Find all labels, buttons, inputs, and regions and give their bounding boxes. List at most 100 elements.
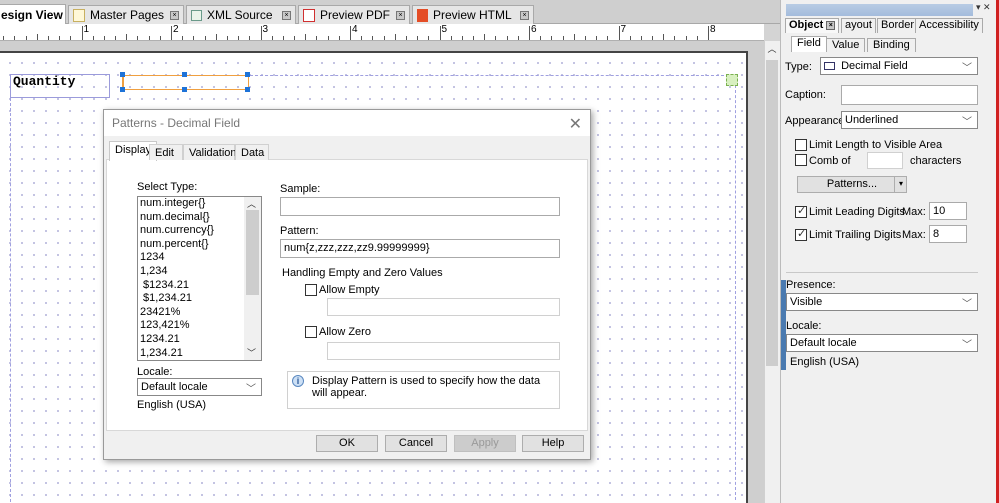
patterns-dialog: Patterns - Decimal Field ✕ Display Edit …: [103, 109, 591, 460]
allow-zero-field[interactable]: [327, 342, 560, 360]
ruler-tick: [249, 36, 251, 40]
pattern-label: Pattern:: [280, 225, 319, 237]
ruler-tick: [215, 34, 217, 40]
close-tab-icon[interactable]: ×: [520, 11, 529, 20]
type-list-item[interactable]: num.currency{}: [138, 224, 261, 238]
limit-length-checkbox[interactable]: [795, 139, 807, 151]
patterns-button[interactable]: Patterns...: [797, 176, 907, 193]
ruler-tick: [171, 26, 172, 40]
close-tab-icon[interactable]: ×: [170, 11, 179, 20]
resize-handle[interactable]: [182, 87, 187, 92]
decimal-field-selected[interactable]: [120, 72, 250, 92]
ruler-tick: [193, 36, 195, 40]
limit-leading-checkbox[interactable]: [795, 204, 807, 218]
tab-border[interactable]: Border: [877, 18, 919, 33]
select-type-label: Select Type:: [137, 181, 198, 193]
tab-design-view[interactable]: esign View: [0, 4, 66, 25]
subtab-field[interactable]: Field: [791, 36, 827, 52]
type-list-item[interactable]: 23421%: [138, 306, 261, 320]
resize-handle[interactable]: [120, 87, 125, 92]
tab-object[interactable]: Object ×: [785, 18, 840, 33]
resize-handle[interactable]: [245, 72, 250, 77]
close-tab-icon[interactable]: ×: [282, 11, 291, 20]
cancel-button[interactable]: Cancel: [385, 435, 447, 452]
subtab-value[interactable]: Value: [826, 38, 866, 52]
ruler-label: 7: [620, 24, 627, 35]
resize-handle[interactable]: [182, 72, 187, 77]
type-list-item[interactable]: num.integer{}: [138, 197, 261, 211]
ruler-label: 4: [352, 24, 358, 35]
type-list-item[interactable]: $1,234.21: [138, 292, 261, 306]
type-list-item[interactable]: num.decimal{}: [138, 211, 261, 225]
subform-corner-icon[interactable]: [726, 74, 738, 86]
sample-label: Sample:: [280, 183, 321, 195]
subtab-binding[interactable]: Binding: [867, 38, 916, 52]
quantity-caption[interactable]: Quantity: [10, 74, 110, 98]
tab-validation[interactable]: Validation: [183, 144, 237, 160]
type-list-item[interactable]: 1234: [138, 251, 261, 265]
tab-accessibility[interactable]: Accessibility: [915, 18, 983, 33]
type-list-item[interactable]: 1234.21: [138, 333, 261, 347]
trailing-max-field[interactable]: 8: [929, 225, 967, 243]
tab-edit[interactable]: Edit: [149, 144, 183, 160]
close-tab-icon[interactable]: ×: [396, 11, 405, 20]
scrollbar-thumb[interactable]: [766, 60, 778, 366]
allow-empty-field[interactable]: [327, 298, 560, 316]
scroll-up-icon[interactable]: ︿: [247, 197, 256, 210]
limit-trailing-checkbox[interactable]: [795, 227, 807, 241]
ruler-tick: [115, 36, 117, 40]
locale-select[interactable]: Default locale ﹀: [137, 378, 262, 396]
scroll-down-icon[interactable]: ﹀: [247, 346, 256, 359]
pattern-field[interactable]: num{z,zzz,zzz,zz9.99999999}: [280, 239, 560, 258]
ruler-tick: [517, 36, 519, 40]
guide-line: [10, 98, 11, 502]
type-list-item[interactable]: 1,234.21: [138, 347, 261, 360]
type-list-item[interactable]: 123,421%: [138, 319, 261, 333]
caption-field[interactable]: [841, 85, 978, 105]
presence-select[interactable]: Visible ﹀: [786, 293, 978, 311]
info-icon: i: [292, 375, 304, 387]
ruler-tick: [316, 36, 318, 40]
scrollbar-thumb[interactable]: [246, 210, 259, 295]
allow-empty-checkbox[interactable]: [305, 284, 317, 296]
resize-handle[interactable]: [120, 72, 125, 77]
type-select[interactable]: Decimal Field ﹀: [820, 57, 978, 75]
tab-data[interactable]: Data: [235, 144, 269, 160]
locale-label: Locale:: [137, 366, 173, 378]
chevron-down-icon: ﹀: [962, 117, 972, 128]
close-icon[interactable]: ✕: [569, 114, 582, 134]
comb-checkbox[interactable]: [795, 154, 807, 166]
comb-field[interactable]: [867, 152, 903, 169]
tab-xml-source[interactable]: XML Source ×: [186, 5, 296, 24]
ruler-tick: [372, 36, 374, 40]
caption-label: Caption:: [785, 89, 826, 101]
ruler-tick: [584, 36, 586, 40]
sample-field[interactable]: [280, 197, 560, 216]
type-list-item[interactable]: num.percent{}: [138, 238, 261, 252]
ok-button[interactable]: OK: [316, 435, 378, 452]
info-text: Display Pattern is used to specify how t…: [312, 375, 541, 399]
appearance-select[interactable]: Underlined ﹀: [841, 111, 978, 129]
leading-max-field[interactable]: 10: [929, 202, 967, 220]
apply-button[interactable]: Apply: [454, 435, 516, 452]
tab-label: XML Source: [207, 8, 273, 22]
panel-locale-select[interactable]: Default locale ﹀: [786, 334, 978, 352]
scroll-up-icon[interactable]: ︿: [764, 41, 780, 57]
patterns-dropdown-icon[interactable]: ▾: [894, 176, 907, 193]
tab-layout[interactable]: ayout: [841, 18, 876, 33]
help-button[interactable]: Help: [522, 435, 584, 452]
palette-menu-close-icon[interactable]: ▾ ✕: [976, 2, 991, 13]
allow-zero-checkbox[interactable]: [305, 326, 317, 338]
chevron-down-icon: ﹀: [962, 63, 972, 74]
object-palette: ▾ ✕ Object × ayout Border Accessibility F…: [780, 0, 999, 503]
chevron-down-icon: ﹀: [962, 340, 972, 351]
tab-master-pages[interactable]: Master Pages ×: [68, 5, 184, 24]
type-list-item[interactable]: $1234.21: [138, 279, 261, 293]
tab-preview-pdf[interactable]: Preview PDF ×: [298, 5, 410, 24]
resize-handle[interactable]: [245, 87, 250, 92]
ruler-tick: [495, 36, 497, 40]
close-tab-icon[interactable]: ×: [826, 20, 836, 30]
leading-max-label: Max:: [902, 206, 926, 218]
tab-preview-html[interactable]: Preview HTML ×: [412, 5, 534, 24]
type-list-item[interactable]: 1,234: [138, 265, 261, 279]
